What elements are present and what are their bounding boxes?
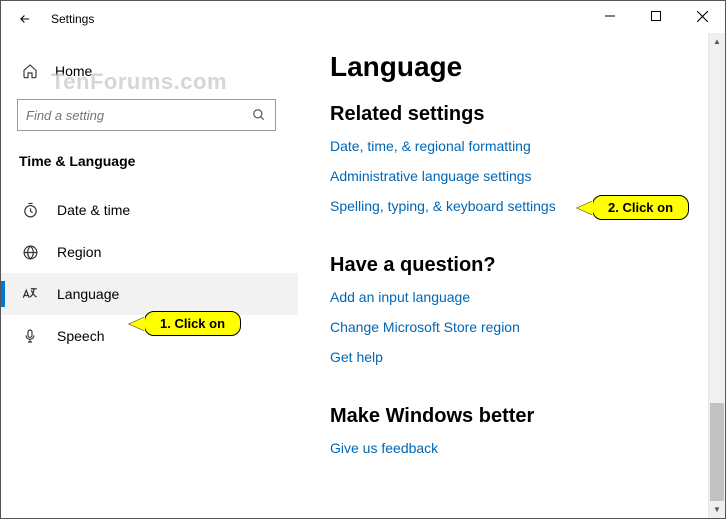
scroll-track[interactable]	[709, 50, 725, 501]
nav-list: Date & time Region Language	[1, 189, 298, 357]
page-heading: Language	[330, 51, 688, 83]
clock-icon	[21, 201, 39, 219]
settings-window: Settings Home	[0, 0, 726, 519]
language-icon	[21, 285, 39, 303]
section-related-settings: Related settings	[330, 103, 688, 126]
main-pane: Language Related settings Date, time, & …	[298, 33, 725, 518]
link-add-input-language[interactable]: Add an input language	[330, 289, 688, 305]
titlebar: Settings	[1, 1, 725, 33]
nav-label: Language	[57, 286, 119, 302]
sidebar: Home Time & Language Date	[1, 33, 298, 518]
home-icon	[21, 62, 39, 80]
nav-label: Region	[57, 244, 101, 260]
section-make-windows-better: Make Windows better	[330, 405, 688, 428]
sidebar-home[interactable]: Home	[17, 51, 276, 91]
link-get-help[interactable]: Get help	[330, 349, 688, 365]
search-box[interactable]	[17, 99, 276, 131]
link-date-time-regional[interactable]: Date, time, & regional formatting	[330, 138, 688, 154]
maximize-button[interactable]	[633, 1, 679, 31]
sidebar-item-region[interactable]: Region	[1, 231, 298, 273]
globe-icon	[21, 243, 39, 261]
close-button[interactable]	[679, 1, 725, 31]
minimize-icon	[605, 11, 615, 21]
back-button[interactable]	[9, 7, 41, 31]
category-title: Time & Language	[17, 153, 276, 169]
scroll-thumb[interactable]	[710, 403, 724, 501]
minimize-button[interactable]	[587, 1, 633, 31]
window-controls	[587, 1, 725, 31]
sidebar-item-speech[interactable]: Speech	[1, 315, 298, 357]
close-icon	[697, 11, 708, 22]
arrow-left-icon	[18, 12, 32, 26]
link-give-feedback[interactable]: Give us feedback	[330, 440, 688, 456]
maximize-icon	[651, 11, 661, 21]
scroll-down-button[interactable]: ▼	[709, 501, 725, 518]
sidebar-item-language[interactable]: Language	[1, 273, 298, 315]
link-spelling-typing-keyboard[interactable]: Spelling, typing, & keyboard settings	[330, 198, 688, 214]
sidebar-item-date-time[interactable]: Date & time	[1, 189, 298, 231]
nav-label: Speech	[57, 328, 104, 344]
scroll-up-button[interactable]: ▲	[709, 33, 725, 50]
nav-label: Date & time	[57, 202, 130, 218]
window-title: Settings	[51, 12, 94, 26]
scrollbar[interactable]: ▲ ▼	[708, 33, 725, 518]
home-label: Home	[55, 63, 92, 79]
main-content: Language Related settings Date, time, & …	[298, 33, 708, 518]
search-icon	[251, 107, 267, 123]
search-input[interactable]	[26, 108, 251, 123]
link-change-store-region[interactable]: Change Microsoft Store region	[330, 319, 688, 335]
titlebar-left: Settings	[1, 1, 94, 31]
window-body: Home Time & Language Date	[1, 33, 725, 518]
mic-icon	[21, 327, 39, 345]
link-administrative-language[interactable]: Administrative language settings	[330, 168, 688, 184]
section-have-question: Have a question?	[330, 254, 688, 277]
